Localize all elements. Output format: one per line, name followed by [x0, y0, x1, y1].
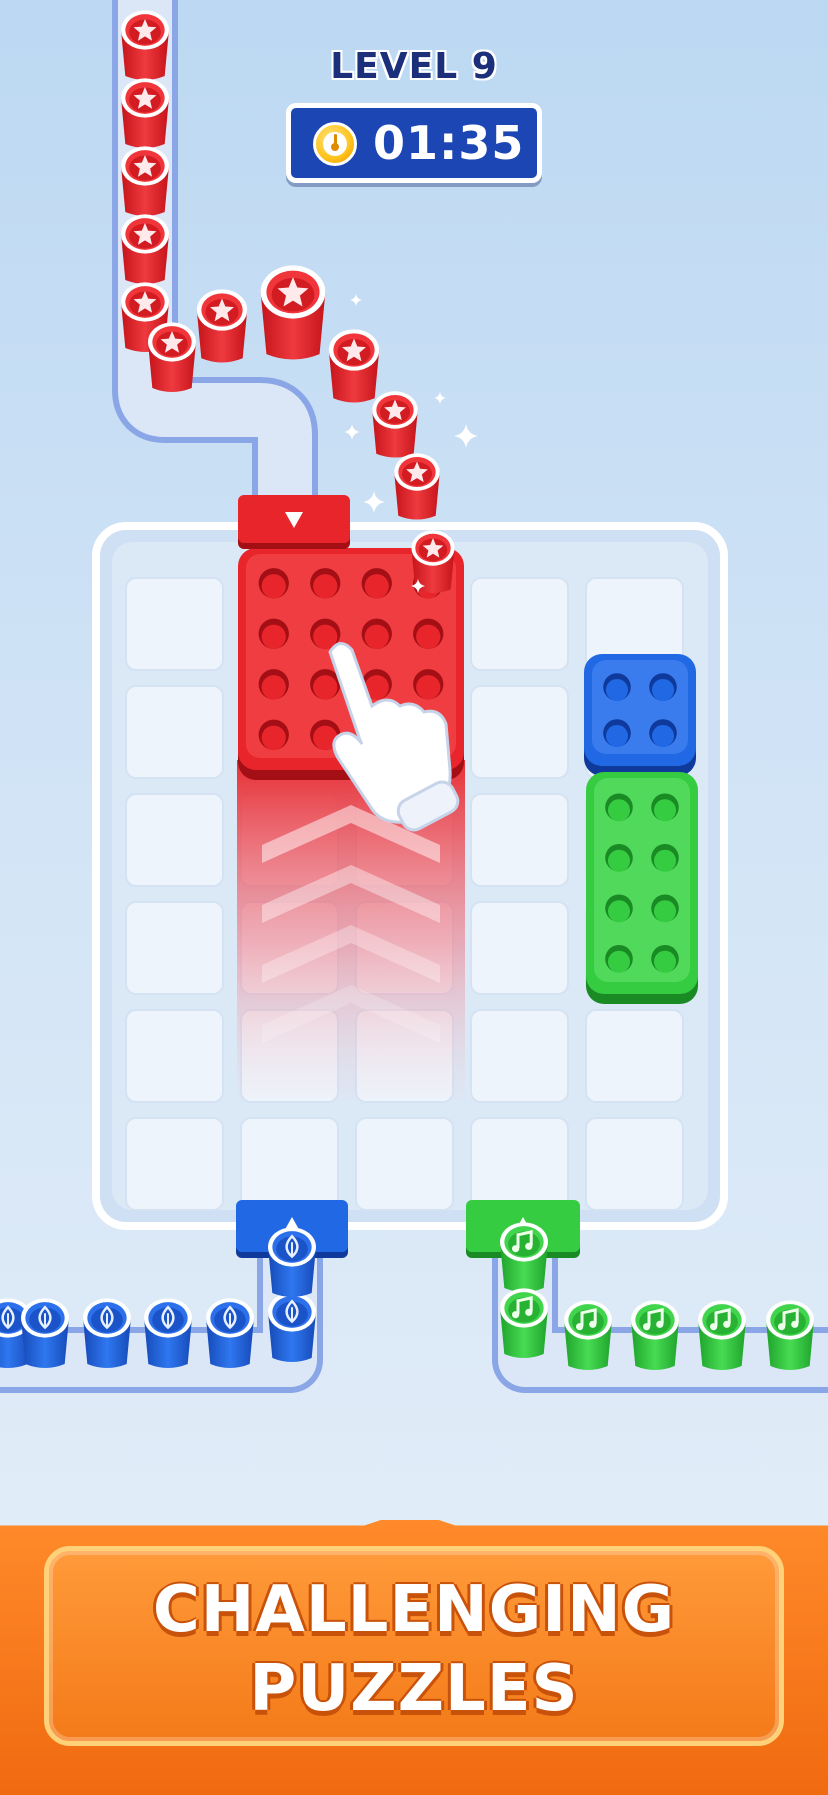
blue-cup — [206, 1298, 254, 1368]
red-cup — [121, 146, 169, 216]
red-cup — [148, 322, 196, 392]
board-cell — [585, 1117, 684, 1211]
green-block-peg — [653, 799, 677, 822]
blue-block-peg — [651, 678, 675, 702]
green-block-peg — [607, 849, 631, 872]
sparkle — [363, 491, 385, 513]
level-title: LEVEL 9 — [330, 46, 498, 87]
green-block-peg — [607, 900, 631, 923]
blue-cup — [268, 1292, 316, 1362]
timer-text: 01:35 — [373, 116, 525, 170]
board-cell — [470, 577, 569, 671]
board-cell — [125, 577, 224, 671]
red-block-peg — [416, 675, 441, 700]
green-block-peg — [653, 900, 677, 923]
green-cup — [500, 1288, 548, 1358]
sparkle — [344, 424, 360, 440]
red-cup — [121, 78, 169, 148]
board-cell — [470, 1009, 569, 1103]
red-block-peg — [313, 675, 338, 700]
board-cell — [125, 1117, 224, 1211]
banner-line-2: PUZZLES — [249, 1652, 579, 1726]
red-block-peg — [261, 624, 286, 649]
red-cup — [121, 214, 169, 284]
blue-cup — [83, 1298, 131, 1368]
red-cup — [260, 265, 326, 360]
red-block-peg — [364, 624, 389, 649]
board-cell — [125, 793, 224, 887]
green-block-peg — [653, 849, 677, 872]
board-cell — [125, 685, 224, 779]
sparkle — [434, 392, 446, 404]
timer-badge: 01:35 — [286, 103, 542, 183]
blue-block-peg — [605, 678, 629, 702]
red-block-peg — [261, 725, 286, 750]
board-cell — [125, 901, 224, 995]
board-cell — [240, 1117, 339, 1211]
red-block-peg — [364, 574, 389, 599]
green-cup — [698, 1300, 746, 1370]
blue-block-peg — [605, 724, 629, 748]
board-cell — [470, 793, 569, 887]
green-cup — [564, 1300, 612, 1370]
red-block-peg — [416, 624, 441, 649]
blue-block-peg — [651, 724, 675, 748]
green-cup — [500, 1222, 548, 1292]
board-cell — [355, 1117, 454, 1211]
board-cell — [470, 1117, 569, 1211]
red-cup — [394, 453, 440, 520]
sparkle — [350, 294, 362, 306]
green-cup — [766, 1300, 814, 1370]
blue-cup — [21, 1298, 69, 1368]
blue-cup — [144, 1298, 192, 1368]
board-cell — [470, 685, 569, 779]
red-cup — [372, 391, 418, 458]
board-cell — [125, 1009, 224, 1103]
green-block-peg — [607, 799, 631, 822]
banner-line-1: CHALLENGING — [152, 1573, 676, 1647]
red-cup — [196, 289, 248, 363]
red-block-peg — [261, 675, 286, 700]
green-block-peg — [653, 950, 677, 973]
red-block-peg — [313, 574, 338, 599]
sparkle — [454, 424, 478, 448]
red-block-peg — [261, 574, 286, 599]
board-cell — [585, 1009, 684, 1103]
green-block-peg — [607, 950, 631, 973]
green-cup — [631, 1300, 679, 1370]
board-cell — [470, 901, 569, 995]
stopwatch-icon — [313, 122, 357, 166]
red-cup — [328, 329, 380, 403]
blue-cup — [268, 1227, 316, 1297]
